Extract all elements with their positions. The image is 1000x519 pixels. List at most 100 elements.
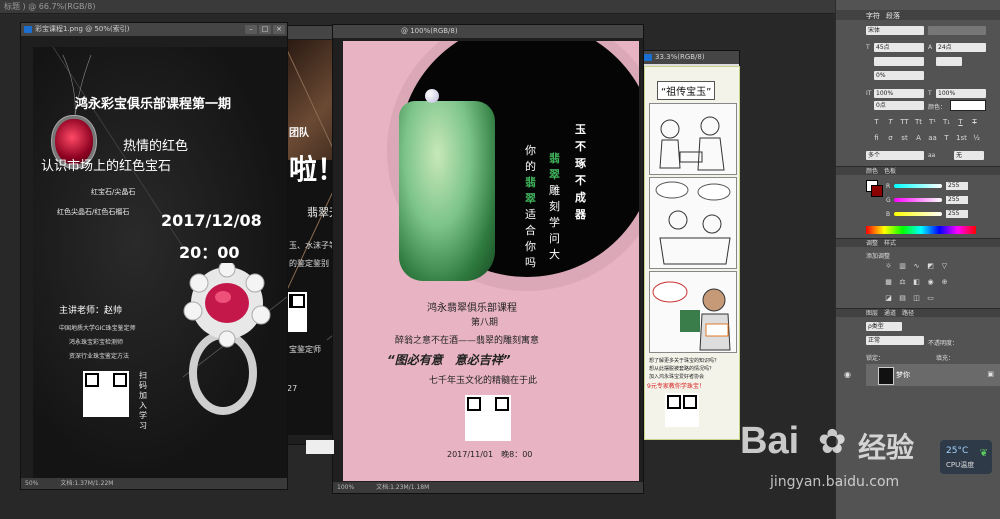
minimize-button[interactable]: –	[245, 25, 257, 34]
scrap-white-box	[306, 440, 334, 454]
r-value[interactable]: 255	[946, 182, 968, 190]
swash-button[interactable]: st	[900, 134, 909, 143]
tab-paragraph[interactable]: 段落	[886, 11, 900, 21]
leading-input[interactable]: 24点	[936, 43, 986, 52]
font-style-select[interactable]	[928, 26, 986, 35]
poster-2-line1: 玉、水沫子等	[289, 241, 337, 250]
layer-name[interactable]: 梦你	[896, 370, 910, 380]
window-4-title[interactable]: 33.3%(RGB/8)	[641, 51, 739, 64]
window-1-zoom[interactable]: 50%	[25, 480, 38, 487]
threshold-icon[interactable]: ◫	[912, 294, 921, 303]
gradient-map-icon[interactable]: ▭	[926, 294, 935, 303]
hue-icon[interactable]: ▦	[884, 278, 893, 287]
color-spectrum[interactable]	[866, 226, 976, 234]
exposure-icon[interactable]: ◩	[926, 262, 935, 271]
visibility-eye-icon[interactable]: ◉	[844, 370, 851, 379]
layers-panel-header: 图层 通道 路径	[836, 308, 1000, 317]
b-slider[interactable]	[894, 212, 942, 216]
posterize-icon[interactable]: ▤	[898, 294, 907, 303]
poster-3-qr-code	[465, 395, 511, 441]
poster-4-q4: 9元专家教你学珠宝！	[647, 383, 705, 390]
tracking-percent-input[interactable]: 0%	[874, 71, 924, 80]
layer-thumbnail	[878, 367, 894, 385]
curves-icon[interactable]: ∿	[912, 262, 921, 271]
background-color[interactable]	[871, 185, 883, 197]
tab-color[interactable]: 颜色	[866, 168, 878, 175]
strikethrough-button[interactable]: T	[970, 118, 979, 127]
all-caps-button[interactable]: TT	[900, 118, 909, 127]
poster-3-canvas: 玉不琢不成器 翡翠雕刻学问大 你的翡翠适合你吗 鸿永翡翠俱乐部课程 第八期 醉翁…	[343, 41, 639, 481]
tab-swatches[interactable]: 色板	[884, 168, 896, 175]
window-3-doc-size: 文档:1.23M/1.18M	[376, 484, 430, 491]
leading-icon: A	[928, 44, 933, 51]
photo-filter-icon[interactable]: ◉	[926, 278, 935, 287]
app-title-bar: 标题 ) @ 66.7%(RGB/8)	[0, 0, 835, 14]
tab-paths[interactable]: 路径	[902, 310, 914, 317]
font-size-input[interactable]: 45点	[874, 43, 924, 52]
document-window-3[interactable]: @ 100%(RGB/8) 玉不琢不成器 翡翠雕刻学问大 你的翡翠适合你吗 鸿永…	[332, 24, 644, 494]
poster-1-small1: 红宝石/尖晶石	[91, 188, 136, 196]
b-value[interactable]: 255	[946, 210, 968, 218]
underline-button[interactable]: T	[956, 118, 965, 127]
oldstyle-button[interactable]: σ	[886, 134, 895, 143]
stylistic-button[interactable]: A	[914, 134, 923, 143]
layer-row[interactable]: ◉ 梦你 ▣	[844, 364, 1000, 386]
poster-1-small2: 红色尖晶石/红色石榴石	[57, 208, 130, 216]
ordinal-half-button[interactable]: ½	[972, 134, 981, 143]
anti-alias-select[interactable]: 无	[954, 151, 984, 160]
poster-3-club: 鸿永翡翠俱乐部课程	[427, 303, 517, 314]
tab-channels[interactable]: 通道	[884, 310, 896, 317]
b-label: B	[886, 211, 891, 218]
tab-layers[interactable]: 图层	[866, 310, 878, 317]
window-3-zoom[interactable]: 100%	[337, 484, 354, 491]
faux-bold-button[interactable]: T	[872, 118, 881, 127]
invert-icon[interactable]: ◪	[884, 294, 893, 303]
poster-4-q3: 加入鸿永珠宝爱好者协会	[649, 374, 705, 380]
poster-3-col3: 你的翡翠适合你吗	[525, 144, 536, 269]
r-slider[interactable]	[894, 184, 942, 188]
window-3-title[interactable]: @ 100%(RGB/8)	[333, 25, 643, 38]
text-color-swatch[interactable]	[950, 100, 986, 111]
faux-italic-button[interactable]: T	[886, 118, 895, 127]
horizontal-scale-input[interactable]: 100%	[936, 89, 986, 98]
font-family-select[interactable]: 宋体	[866, 26, 924, 35]
subscript-button[interactable]: T₁	[942, 118, 951, 127]
bw-icon[interactable]: ◧	[912, 278, 921, 287]
window-1-title[interactable]: 彩宝课程1.png @ 50%(索引) – □ ×	[21, 23, 287, 36]
tracking-input[interactable]	[936, 57, 962, 66]
window-1-status-bar: 50% 文档:1.37M/1.22M	[21, 478, 287, 489]
small-caps-button[interactable]: Tt	[914, 118, 923, 127]
brightness-icon[interactable]: ☼	[884, 262, 893, 271]
photoshop-doc-icon	[644, 54, 652, 61]
layer-filter-select[interactable]: ρ类型	[866, 322, 902, 331]
superscript-button[interactable]: T¹	[928, 118, 937, 127]
g-slider[interactable]	[894, 198, 942, 202]
color-balance-icon[interactable]: ⚖	[898, 278, 907, 287]
kerning-input[interactable]	[874, 57, 924, 66]
g-value[interactable]: 255	[946, 196, 968, 204]
tab-character[interactable]: 字符	[866, 11, 880, 21]
tab-adjustments[interactable]: 调整	[866, 240, 878, 247]
add-adjustment-label: 添加调整	[866, 253, 891, 260]
document-window-1[interactable]: 彩宝课程1.png @ 50%(索引) – □ × 鸿永彩宝俱乐部课程第一期 热情的…	[20, 22, 288, 490]
blend-mode-select[interactable]: 正常	[866, 336, 924, 345]
document-window-4[interactable]: 33.3%(RGB/8) “祖传宝玉” 想了解更多关于珠宝的知识吗？ 想从此摆脱…	[640, 50, 740, 440]
language-select[interactable]: 多个	[866, 151, 924, 160]
tab-styles[interactable]: 样式	[884, 240, 896, 247]
ordinals-button[interactable]: aa	[928, 134, 937, 143]
fractions-button[interactable]: 1st	[956, 134, 967, 143]
vibrance-icon[interactable]: ▽	[940, 262, 949, 271]
window-3-status-bar: 100% 文档:1.23M/1.18M	[333, 482, 643, 493]
cpu-temp-widget: 25°C CPU温度 ❦	[940, 440, 992, 474]
maximize-button[interactable]: □	[259, 25, 271, 34]
baseline-input[interactable]: 0点	[874, 101, 924, 110]
channel-mixer-icon[interactable]: ⊕	[940, 278, 949, 287]
ligature-button[interactable]: fi	[872, 134, 881, 143]
levels-icon[interactable]: ▥	[898, 262, 907, 271]
poster-2-num: 27	[287, 384, 298, 393]
close-button[interactable]: ×	[273, 25, 285, 34]
poster-3-period: 第八期	[471, 318, 499, 328]
vertical-scale-input[interactable]: 100%	[874, 89, 924, 98]
titling-button[interactable]: T	[942, 134, 951, 143]
poster-3-date: 2017/11/01 晚8：00	[447, 450, 533, 459]
